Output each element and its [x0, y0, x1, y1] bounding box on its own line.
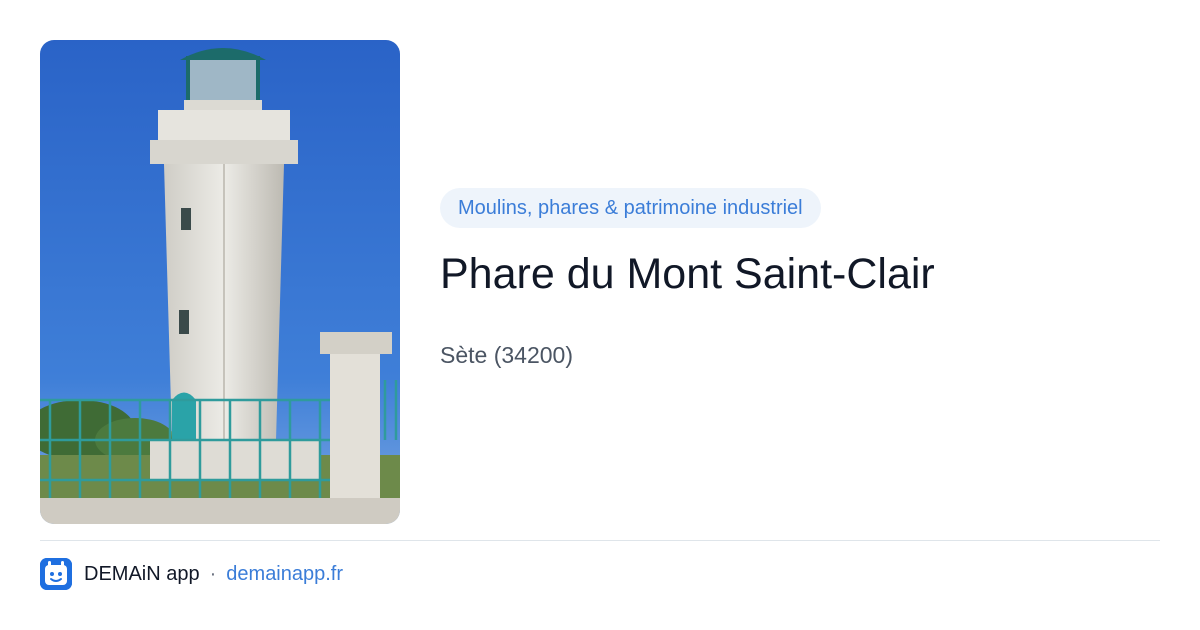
place-location: Sète (34200): [440, 342, 573, 368]
app-logo-icon: [40, 558, 72, 590]
footer-divider: [40, 540, 1160, 541]
lighthouse-photo: [40, 40, 400, 524]
brand-name: DEMAiN app: [84, 562, 200, 585]
site-link[interactable]: demainapp.fr: [226, 563, 343, 586]
place-info: Moulins, phares & patrimoine industriel …: [440, 188, 1160, 370]
footer-separator: ·: [209, 562, 217, 585]
footer: DEMAiN app · demainapp.fr: [40, 557, 343, 591]
category-badge[interactable]: Moulins, phares & patrimoine industriel: [440, 188, 821, 228]
place-title: Phare du Mont Saint-Clair: [440, 250, 935, 298]
